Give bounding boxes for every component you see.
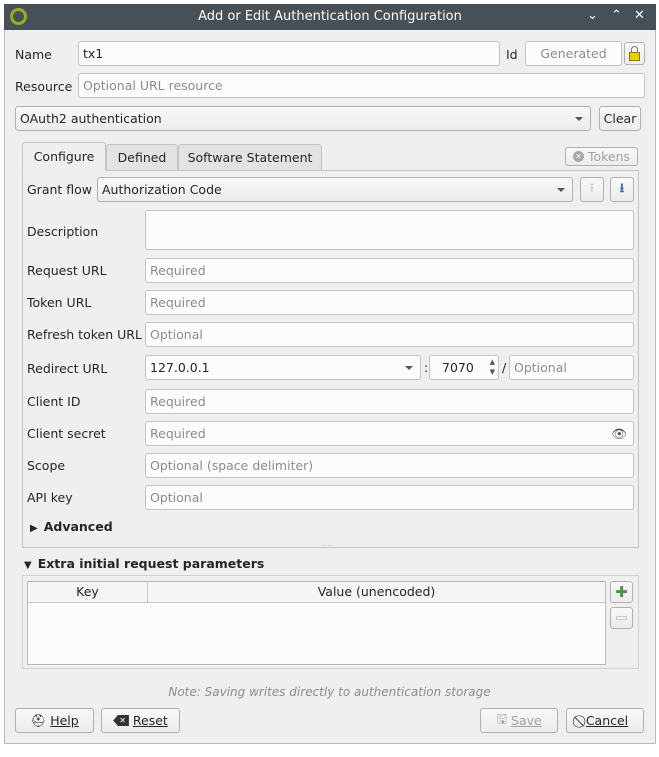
minimize-button[interactable]: ⌄ <box>587 8 598 23</box>
triangle-down-icon: ▼ <box>24 560 32 571</box>
advanced-toggle[interactable]: ▶ Advanced <box>30 519 113 534</box>
storage-note: Note: Saving writes directly to authenti… <box>168 685 491 699</box>
extra-params-toggle[interactable]: ▼ Extra initial request parameters <box>24 556 264 571</box>
name-input[interactable]: tx1 <box>78 41 500 66</box>
tokens-label: Tokens <box>587 149 631 164</box>
lock-button[interactable] <box>624 42 645 65</box>
eye-icon[interactable]: 👁 <box>611 426 627 442</box>
floppy-icon: 🖫 <box>496 711 507 726</box>
download-icon: ⭳ <box>619 180 625 195</box>
client-secret-placeholder: Required <box>150 426 206 441</box>
client-secret-input[interactable]: Required 👁 <box>145 421 634 446</box>
auth-method-select[interactable]: OAuth2 authentication <box>15 106 591 131</box>
grant-flow-label: Grant flow <box>27 182 93 197</box>
description-input[interactable] <box>145 210 634 250</box>
import-button[interactable]: ⭳ <box>610 177 634 202</box>
cancel-button[interactable]: ⃠Cancel <box>566 708 644 733</box>
backspace-icon: ✕ <box>113 715 129 726</box>
token-url-input[interactable]: Required <box>145 290 634 315</box>
grant-flow-select[interactable]: Authorization Code <box>97 177 573 202</box>
chevron-down-icon <box>557 188 565 192</box>
advanced-label: Advanced <box>43 519 113 534</box>
client-secret-label: Client secret <box>27 426 106 441</box>
redirect-path-input[interactable]: Optional <box>509 355 634 380</box>
tab-defined[interactable]: Defined <box>106 144 178 171</box>
splitter-handle[interactable]: ······ <box>322 543 333 550</box>
save-button[interactable]: 🖫 Save <box>480 708 558 733</box>
reset-button[interactable]: ✕ Reset <box>101 708 180 733</box>
client-id-input[interactable]: Required <box>145 389 634 414</box>
reset-label: Reset <box>132 713 168 728</box>
title-bar: Add or Edit Authentication Configuration… <box>4 4 656 30</box>
name-label: Name <box>15 47 52 62</box>
table-header: Key Value (unencoded) <box>28 582 605 603</box>
scope-input[interactable]: Optional (space delimiter) <box>145 453 634 478</box>
grant-flow-value: Authorization Code <box>102 182 222 197</box>
column-header-value[interactable]: Value (unencoded) <box>148 582 605 602</box>
add-param-button[interactable]: ✚ <box>610 581 633 603</box>
help-label: Help <box>50 713 79 728</box>
api-key-label: API key <box>27 490 73 505</box>
token-url-label: Token URL <box>27 295 92 310</box>
api-key-input[interactable]: Optional <box>145 485 634 510</box>
export-button[interactable]: ⭱ <box>580 177 604 202</box>
cancel-label: Cancel <box>585 713 629 728</box>
resource-label: Resource <box>15 79 73 94</box>
redirect-url-label: Redirect URL <box>27 361 108 376</box>
spin-arrows-icon[interactable]: ▲ ▼ <box>490 357 495 377</box>
extra-params-title: Extra initial request parameters <box>37 556 265 571</box>
save-label: Save <box>510 713 542 728</box>
close-button[interactable]: ✕ <box>634 8 645 23</box>
triangle-right-icon: ▶ <box>30 523 38 534</box>
resource-input[interactable]: Optional URL resource <box>78 73 645 98</box>
remove-param-button[interactable] <box>610 607 633 629</box>
params-table[interactable]: Key Value (unencoded) <box>27 581 606 665</box>
redirect-host-value: 127.0.0.1 <box>150 360 210 375</box>
port-value: 7070 <box>442 360 474 375</box>
chevron-down-icon <box>405 366 413 370</box>
minus-icon <box>616 616 627 620</box>
clear-button[interactable]: Clear <box>599 106 641 131</box>
auth-method-value: OAuth2 authentication <box>20 111 162 126</box>
help-lifebuoy-icon: ⛑ <box>30 712 47 728</box>
tab-configure[interactable]: Configure <box>22 142 106 171</box>
path-separator: / <box>502 360 507 375</box>
redirect-host-select[interactable]: 127.0.0.1 <box>145 355 421 380</box>
id-input[interactable]: Generated <box>525 41 622 66</box>
port-separator: : <box>424 360 429 375</box>
request-url-input[interactable]: Required <box>145 258 634 283</box>
lock-icon <box>629 45 640 61</box>
help-button[interactable]: ⛑ Help <box>15 708 94 733</box>
chevron-down-icon <box>575 117 583 121</box>
clear-circle-icon: ✕ <box>572 151 584 162</box>
tokens-button[interactable]: ✕ Tokens <box>565 147 638 166</box>
refresh-url-label: Refresh token URL <box>27 327 142 342</box>
description-label: Description <box>27 224 99 239</box>
scope-label: Scope <box>27 458 66 473</box>
maximize-button[interactable]: ⌃ <box>611 8 622 23</box>
window-title: Add or Edit Authentication Configuration <box>198 9 462 24</box>
request-url-label: Request URL <box>27 263 107 278</box>
upload-icon: ⭱ <box>589 180 595 195</box>
plus-icon: ✚ <box>615 583 628 601</box>
redirect-port-spinbox[interactable]: 7070 ▲ ▼ <box>429 355 499 380</box>
refresh-url-input[interactable]: Optional <box>145 322 634 347</box>
id-label: Id <box>506 47 518 62</box>
column-header-key[interactable]: Key <box>28 582 148 602</box>
tab-software-statement[interactable]: Software Statement <box>178 144 322 171</box>
client-id-label: Client ID <box>27 394 81 409</box>
